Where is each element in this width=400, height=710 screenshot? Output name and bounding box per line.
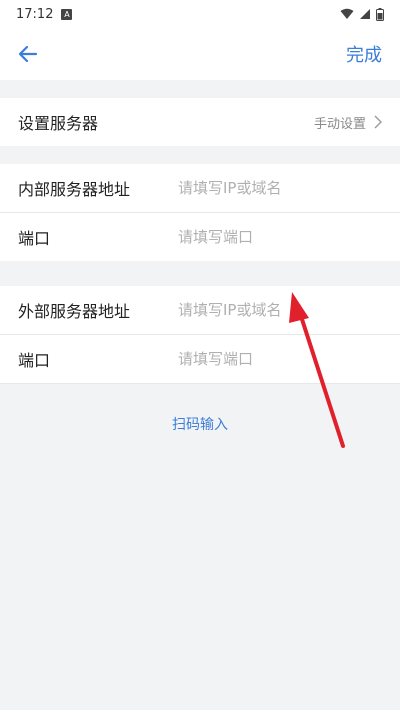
server-setting-mode: 手动设置 [313,116,366,132]
wifi-icon [340,8,354,19]
chevron-right-icon [374,115,382,129]
status-bar: 17:12 A [0,0,400,28]
status-icons [340,7,384,21]
server-setting-row[interactable]: 设置服务器 手动设置 [0,98,400,146]
internal-port-label: 端口 [18,229,51,248]
server-setting-label: 设置服务器 [18,114,99,133]
internal-address-row: 内部服务器地址 [0,164,400,212]
external-port-row: 端口 [0,335,400,383]
server-setting-value: 手动设置 [314,113,382,132]
nav-bar: 完成 [0,28,400,80]
external-address-label: 外部服务器地址 [18,302,131,321]
back-arrow-icon [18,45,38,63]
internal-port-input[interactable] [178,228,382,246]
notification-icon: A [61,8,73,20]
status-time: 17:12 [16,6,54,22]
back-button[interactable] [12,38,44,70]
external-port-label: 端口 [18,351,51,370]
divider [0,383,400,384]
external-address-row: 外部服务器地址 [0,286,400,334]
external-port-input[interactable] [178,350,382,368]
done-button[interactable]: 完成 [346,41,388,67]
external-address-input[interactable] [178,301,382,319]
battery-icon [376,7,384,21]
internal-port-row: 端口 [0,213,400,261]
internal-address-label: 内部服务器地址 [18,180,131,199]
top-area: 17:12 A 完成 [0,0,400,80]
scan-input-link[interactable]: 扫码输入 [0,414,400,434]
internal-address-input[interactable] [178,179,382,197]
signal-icon [360,9,370,19]
